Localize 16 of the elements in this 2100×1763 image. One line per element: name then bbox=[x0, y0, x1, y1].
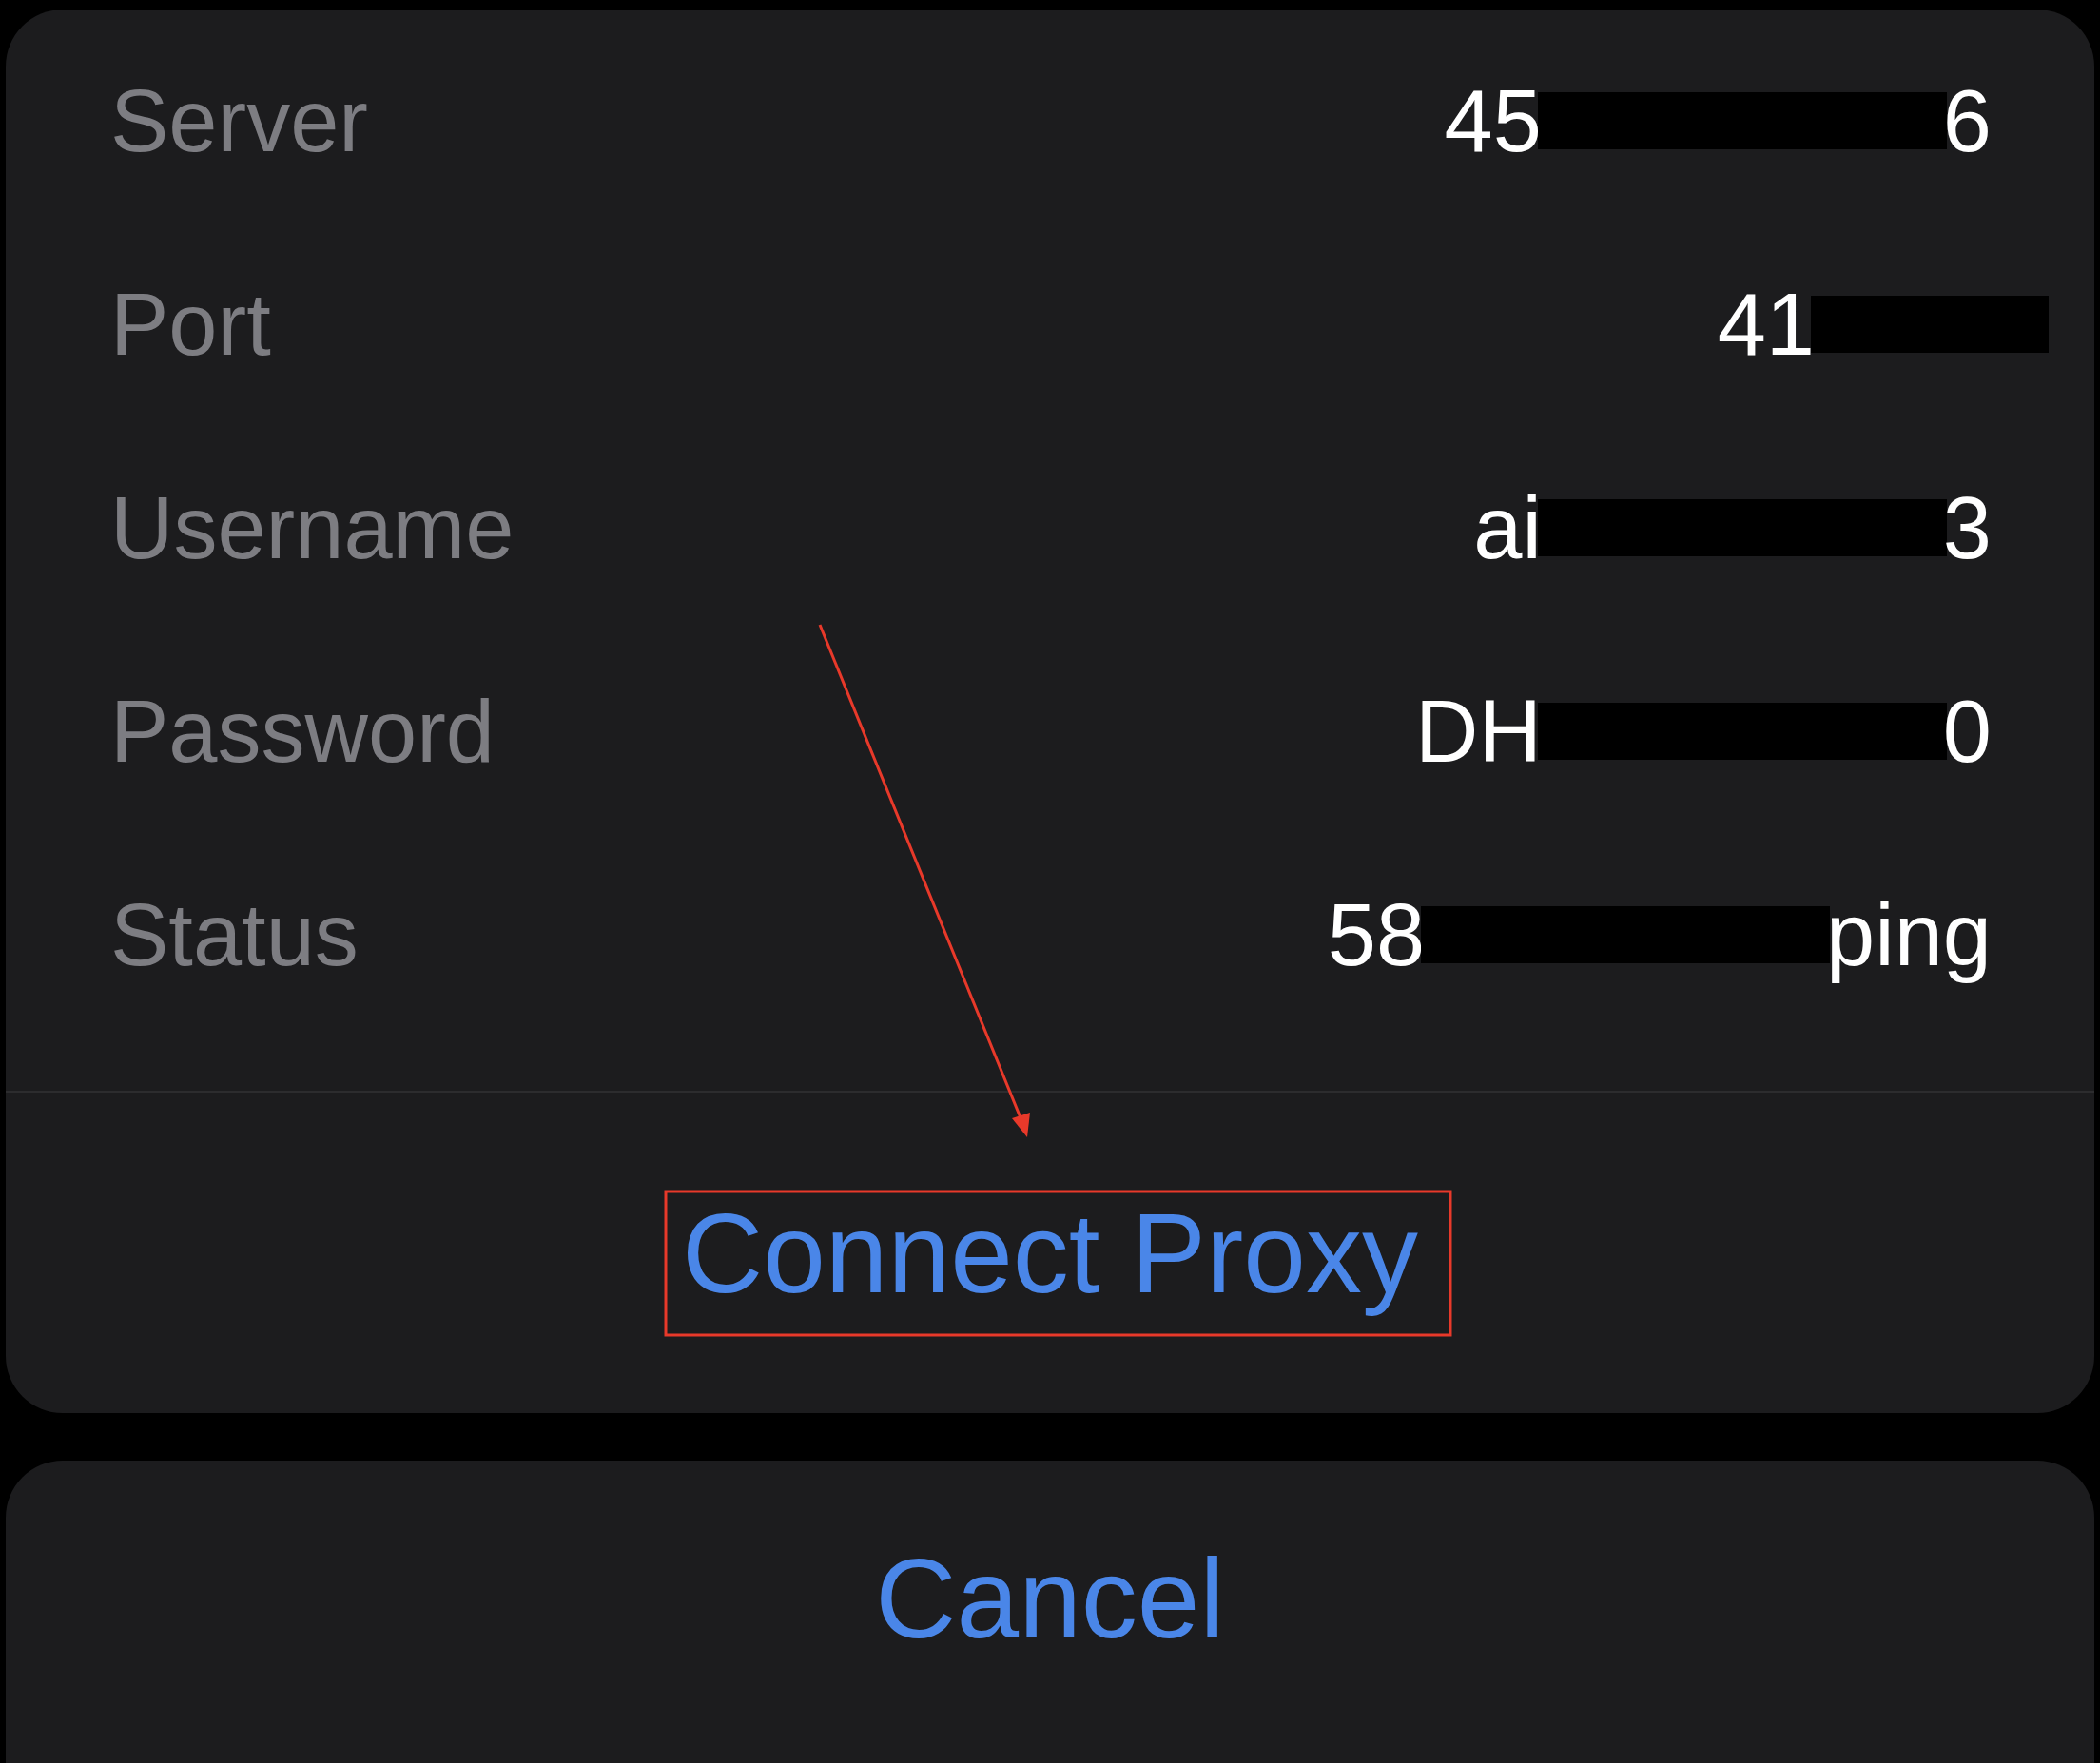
detail-value: 0 bbox=[1942, 681, 1992, 782]
detail-label: Status bbox=[110, 884, 359, 985]
detail-value: 45 bbox=[1444, 70, 1542, 171]
detail-value: 3 bbox=[1942, 477, 1992, 578]
detail-value: DH bbox=[1414, 681, 1542, 782]
detail-value: ping bbox=[1826, 884, 1992, 985]
detail-value: 58 bbox=[1327, 884, 1426, 985]
detail-value: ai bbox=[1473, 477, 1542, 578]
cancel-button[interactable]: Cancel bbox=[6, 1461, 2094, 1763]
detail-value: 41 bbox=[1717, 274, 1815, 375]
detail-label: Port bbox=[110, 274, 271, 375]
connect-proxy-button[interactable]: Connect Proxy bbox=[663, 1188, 1437, 1318]
detail-label: Password bbox=[110, 681, 495, 782]
detail-label: Server bbox=[110, 70, 368, 171]
detail-value: 6 bbox=[1942, 70, 1992, 171]
detail-label: Username bbox=[110, 477, 515, 578]
